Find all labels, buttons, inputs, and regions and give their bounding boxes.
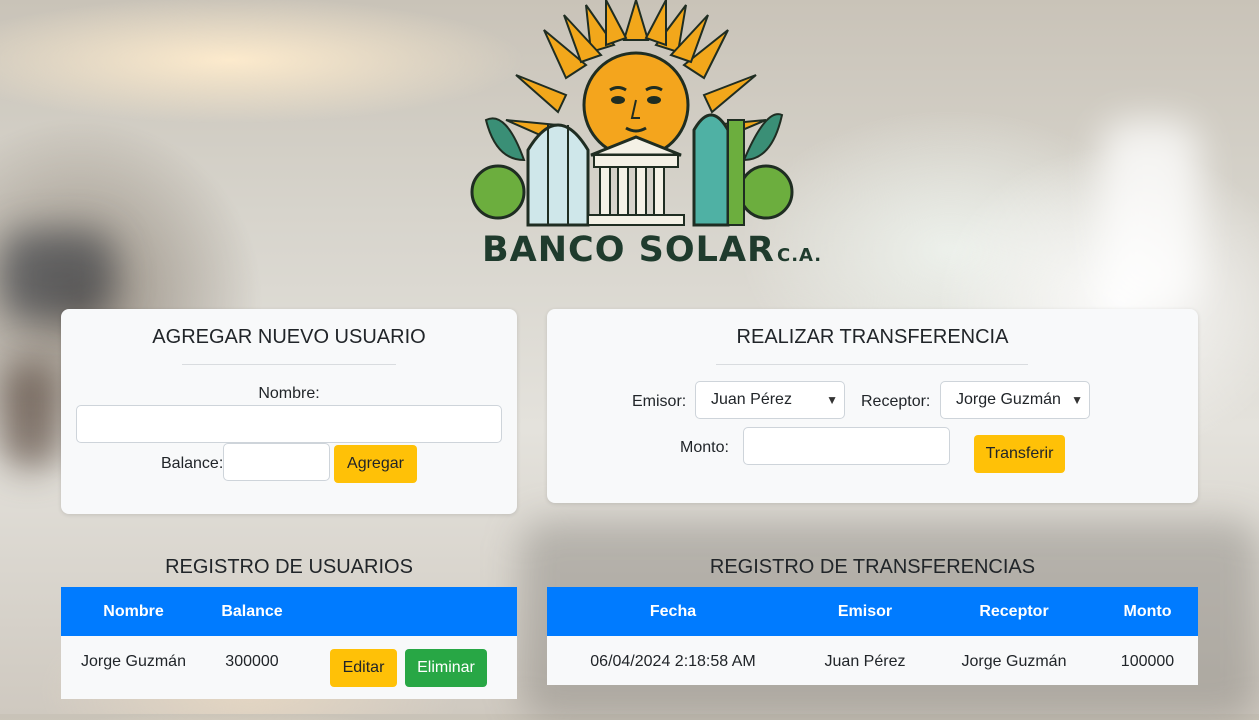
edit-user-button[interactable]: Editar bbox=[330, 649, 397, 687]
brand-name-text: BANCO SOLAR bbox=[482, 230, 775, 270]
receiver-label: Receptor: bbox=[861, 393, 931, 410]
users-table-body: Jorge Guzmán 300000 Editar Eliminar bbox=[61, 636, 517, 699]
sender-select-value: Juan Pérez bbox=[711, 391, 792, 408]
transfer-sender-cell: Juan Pérez bbox=[824, 653, 906, 670]
transfers-registry-title: REGISTRO DE TRANSFERENCIAS bbox=[709, 556, 1036, 578]
background-window-right bbox=[1100, 120, 1200, 310]
background-person bbox=[0, 360, 60, 470]
column-header-amount: Monto bbox=[1123, 603, 1172, 620]
chevron-down-icon: ▼ bbox=[1071, 393, 1083, 407]
column-header-receiver: Receptor bbox=[979, 603, 1049, 620]
transfer-receiver-cell: Jorge Guzmán bbox=[961, 653, 1067, 670]
brand-name: BANCO SOLAR C.A. bbox=[482, 230, 822, 270]
chevron-down-icon: ▼ bbox=[826, 393, 838, 407]
transfers-table: Fecha Emisor Receptor Monto 06/04/2024 2… bbox=[547, 587, 1198, 685]
users-table-header: Nombre Balance bbox=[61, 587, 517, 636]
transfer-amount-cell: 100000 bbox=[1120, 653, 1175, 670]
sender-label: Emisor: bbox=[632, 393, 687, 410]
sender-select[interactable]: Juan Pérez ▼ bbox=[695, 381, 845, 419]
add-user-button[interactable]: Agregar bbox=[334, 445, 417, 483]
bank-logo: BANCO SOLAR C.A. bbox=[466, 0, 821, 272]
add-user-card: AGREGAR NUEVO USUARIO Nombre: Balance: A… bbox=[61, 309, 517, 514]
column-header-sender: Emisor bbox=[837, 603, 893, 620]
name-label: Nombre: bbox=[258, 385, 320, 402]
sun-city-logo-graphic bbox=[470, 0, 794, 227]
receiver-select-value: Jorge Guzmán bbox=[956, 391, 1061, 408]
transfer-title: REALIZAR TRANSFERENCIA bbox=[736, 326, 1009, 348]
transfer-divider bbox=[716, 364, 1028, 365]
balance-input[interactable] bbox=[223, 443, 330, 481]
balance-label: Balance: bbox=[161, 455, 224, 472]
brand-suffix: C.A. bbox=[776, 245, 823, 266]
transfers-table-header: Fecha Emisor Receptor Monto bbox=[547, 587, 1198, 636]
amount-label: Monto: bbox=[680, 439, 729, 456]
amount-input[interactable] bbox=[743, 427, 950, 465]
receiver-select[interactable]: Jorge Guzmán ▼ bbox=[940, 381, 1090, 419]
column-header-date: Fecha bbox=[649, 603, 697, 620]
transfer-date-cell: 06/04/2024 2:18:58 AM bbox=[590, 653, 756, 670]
transfer-card: REALIZAR TRANSFERENCIA Emisor: Juan Pére… bbox=[547, 309, 1198, 503]
delete-user-button[interactable]: Eliminar bbox=[405, 649, 487, 687]
add-user-title: AGREGAR NUEVO USUARIO bbox=[152, 326, 426, 348]
transfer-button[interactable]: Transferir bbox=[974, 435, 1065, 473]
user-name-cell: Jorge Guzmán bbox=[81, 653, 186, 670]
column-header-balance: Balance bbox=[221, 603, 283, 620]
column-header-name: Nombre bbox=[103, 603, 164, 620]
transfers-table-body: 06/04/2024 2:18:58 AM Juan Pérez Jorge G… bbox=[547, 636, 1198, 685]
user-balance-cell: 300000 bbox=[225, 653, 279, 670]
add-user-divider bbox=[182, 364, 396, 365]
background-panel-left bbox=[0, 230, 115, 320]
name-input[interactable] bbox=[76, 405, 502, 443]
users-registry-title: REGISTRO DE USUARIOS bbox=[165, 556, 413, 578]
users-table: Nombre Balance Jorge Guzmán 300000 Edita… bbox=[61, 587, 517, 699]
